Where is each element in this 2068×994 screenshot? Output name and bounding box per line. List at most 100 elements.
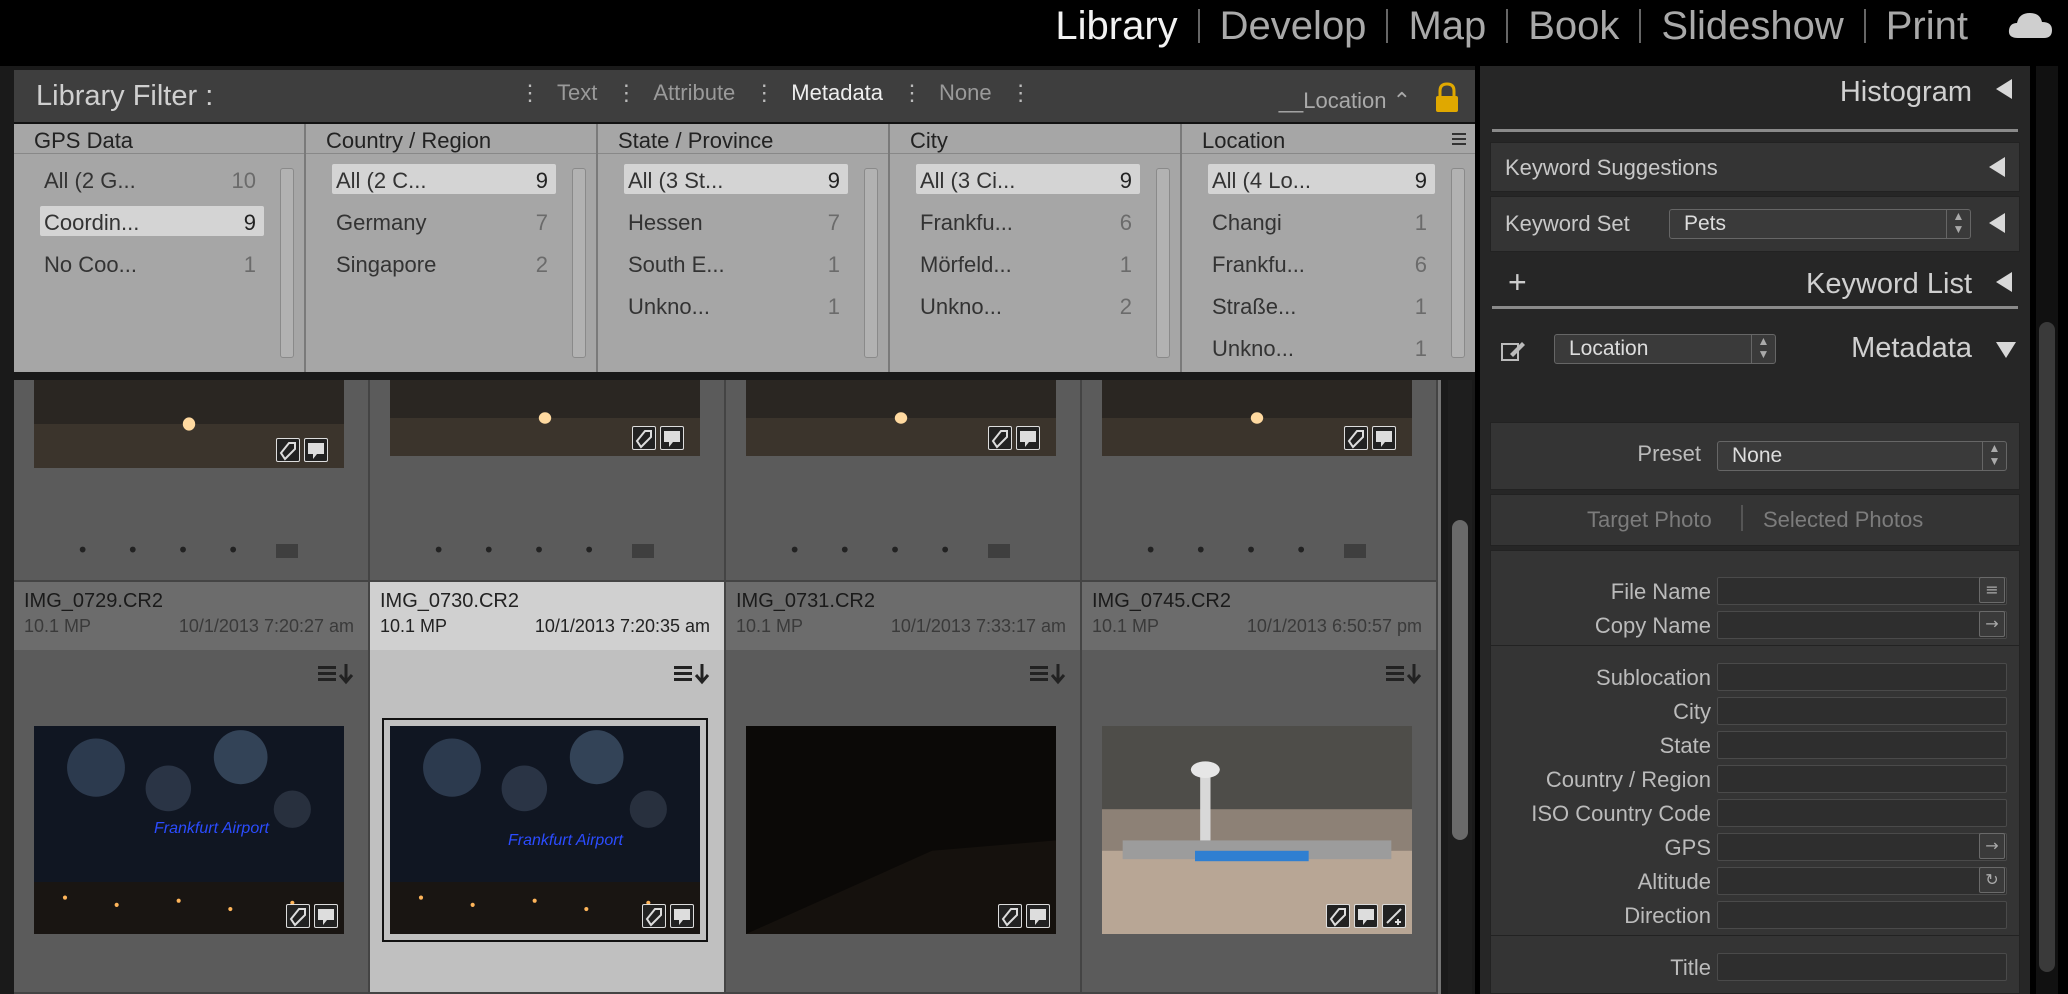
edit-metadata-icon[interactable] bbox=[1500, 338, 1526, 364]
collapse-triangle-icon[interactable] bbox=[1996, 272, 2012, 292]
filter-row[interactable]: Germany 7 bbox=[306, 202, 560, 244]
metadata-badge-icon[interactable] bbox=[1026, 904, 1050, 928]
color-label-swatch[interactable] bbox=[632, 544, 654, 558]
grid-scrollbar[interactable] bbox=[1448, 380, 1472, 994]
expanded-triangle-icon[interactable] bbox=[1996, 342, 2016, 358]
metadata-badge-icon[interactable] bbox=[660, 426, 684, 450]
filter-row[interactable]: Straße... 1 bbox=[1182, 286, 1439, 328]
tab-text[interactable]: Text bbox=[549, 80, 605, 106]
metadata-field-input[interactable] bbox=[1717, 611, 2007, 639]
module-print[interactable]: Print bbox=[1866, 4, 1988, 49]
filter-column-header[interactable]: GPS Data bbox=[14, 124, 304, 154]
grid-cell[interactable]: IMG_0730.CR2 10.1 MP 10/1/2013 7:20:35 am F… bbox=[370, 582, 726, 994]
grid-cell[interactable]: IMG_0745.CR2 10.1 MP 10/1/2013 6:50:57 pm bbox=[1082, 582, 1438, 994]
filter-row[interactable]: All (2 G... 10 bbox=[14, 160, 268, 202]
grid-scroll-thumb[interactable] bbox=[1452, 520, 1468, 840]
refresh-icon[interactable]: ↻ bbox=[1979, 867, 2005, 893]
metadata-view-dropdown[interactable]: Location ▲ ▼ bbox=[1554, 334, 1776, 364]
metadata-badge-icon[interactable] bbox=[304, 438, 328, 462]
lock-icon[interactable] bbox=[1433, 82, 1461, 114]
grid-cell[interactable]: • • • • • bbox=[370, 380, 726, 582]
keyword-badge-icon[interactable] bbox=[998, 904, 1022, 928]
keyword-suggestions-row[interactable]: Keyword Suggestions bbox=[1490, 142, 2020, 192]
cloud-icon[interactable] bbox=[2008, 10, 2054, 40]
filter-row[interactable]: No Coo... 1 bbox=[14, 244, 268, 286]
filter-row[interactable]: All (2 C... 9 bbox=[306, 160, 560, 202]
metadata-status-icon[interactable] bbox=[316, 662, 360, 688]
filter-row[interactable]: Coordin... 9 bbox=[14, 202, 268, 244]
photo-thumbnail[interactable] bbox=[746, 726, 1056, 934]
star-rating[interactable]: • • • • • bbox=[14, 538, 368, 562]
module-develop[interactable]: Develop bbox=[1200, 4, 1387, 49]
metadata-field-input[interactable] bbox=[1717, 953, 2007, 981]
keyword-badge-icon[interactable] bbox=[1326, 904, 1350, 928]
photo-thumbnail[interactable] bbox=[1102, 726, 1412, 934]
column-scrollbar[interactable] bbox=[864, 168, 878, 358]
filter-row[interactable]: Unkno... 1 bbox=[598, 286, 852, 328]
expand-triangle-icon[interactable] bbox=[1989, 213, 2005, 233]
metadata-field-input[interactable] bbox=[1717, 731, 2007, 759]
grid-cell[interactable]: • • • • • bbox=[1082, 380, 1438, 582]
column-menu-icon[interactable] bbox=[1451, 132, 1467, 146]
filter-column-header[interactable]: City bbox=[890, 124, 1180, 154]
column-scrollbar[interactable] bbox=[572, 168, 586, 358]
metadata-field-input[interactable] bbox=[1717, 901, 2007, 929]
filter-row[interactable]: Unkno... 2 bbox=[890, 286, 1144, 328]
metadata-title[interactable]: Metadata bbox=[1851, 332, 1972, 365]
filter-column-header[interactable]: Location bbox=[1182, 124, 1475, 154]
filter-row[interactable]: All (4 Lo... 9 bbox=[1182, 160, 1439, 202]
list-icon[interactable]: ≡ bbox=[1979, 577, 2005, 603]
photo-thumbnail[interactable]: Frankfurt Airport bbox=[34, 726, 344, 934]
metadata-status-icon[interactable] bbox=[672, 662, 716, 688]
keyword-set-dropdown[interactable]: Pets ▲ ▼ bbox=[1669, 209, 1971, 239]
color-label-swatch[interactable] bbox=[276, 544, 298, 558]
module-book[interactable]: Book bbox=[1508, 4, 1639, 49]
filter-row[interactable]: Hessen 7 bbox=[598, 202, 852, 244]
metadata-field-input[interactable] bbox=[1717, 867, 2007, 895]
filter-column-header[interactable]: State / Province bbox=[598, 124, 888, 154]
keyword-badge-icon[interactable] bbox=[286, 904, 310, 928]
grid-cell[interactable]: • • • • • bbox=[726, 380, 1082, 582]
filter-row[interactable]: All (3 St... 9 bbox=[598, 160, 852, 202]
module-map[interactable]: Map bbox=[1388, 4, 1506, 49]
filter-row[interactable]: All (3 Ci... 9 bbox=[890, 160, 1144, 202]
filter-preset-select[interactable]: __Location ⌃ bbox=[1279, 88, 1411, 114]
metadata-field-input[interactable] bbox=[1717, 799, 2007, 827]
arrow-right-icon[interactable]: → bbox=[1979, 611, 2005, 637]
grid-cell[interactable]: IMG_0729.CR2 10.1 MP 10/1/2013 7:20:27 am F… bbox=[14, 582, 370, 994]
metadata-field-input[interactable] bbox=[1717, 577, 2007, 605]
keyword-list-panel-header[interactable]: + Keyword List bbox=[1480, 260, 2030, 310]
metadata-field-input[interactable] bbox=[1717, 697, 2007, 725]
histogram-panel-header[interactable]: Histogram bbox=[1480, 66, 2030, 116]
grid-cell[interactable]: IMG_0731.CR2 10.1 MP 10/1/2013 7:33:17 am bbox=[726, 582, 1082, 994]
metadata-badge-icon[interactable] bbox=[670, 904, 694, 928]
metadata-status-icon[interactable] bbox=[1384, 662, 1428, 688]
filter-row[interactable]: South E... 1 bbox=[598, 244, 852, 286]
star-rating[interactable]: • • • • • bbox=[370, 538, 724, 562]
color-label-swatch[interactable] bbox=[988, 544, 1010, 558]
column-scrollbar[interactable] bbox=[1156, 168, 1170, 358]
filter-row[interactable]: Mörfeld... 1 bbox=[890, 244, 1144, 286]
tab-metadata[interactable]: Metadata bbox=[783, 80, 891, 106]
keyword-badge-icon[interactable] bbox=[988, 426, 1012, 450]
metadata-badge-icon[interactable] bbox=[1354, 904, 1378, 928]
develop-badge-icon[interactable] bbox=[1382, 904, 1406, 928]
metadata-field-input[interactable] bbox=[1717, 765, 2007, 793]
selected-photos-button[interactable]: Selected Photos bbox=[1763, 507, 1923, 533]
metadata-field-input[interactable] bbox=[1717, 833, 2007, 861]
module-slideshow[interactable]: Slideshow bbox=[1641, 4, 1863, 49]
keyword-badge-icon[interactable] bbox=[642, 904, 666, 928]
photo-thumbnail[interactable]: Frankfurt Airport bbox=[382, 718, 708, 942]
keyword-badge-icon[interactable] bbox=[1344, 426, 1368, 450]
filter-row[interactable]: Frankfu... 6 bbox=[890, 202, 1144, 244]
arrow-right-icon[interactable]: → bbox=[1979, 833, 2005, 859]
tab-attribute[interactable]: Attribute bbox=[645, 80, 743, 106]
keyword-badge-icon[interactable] bbox=[276, 438, 300, 462]
collapse-triangle-icon[interactable] bbox=[1996, 79, 2012, 99]
metadata-preset-dropdown[interactable]: None ▲ ▼ bbox=[1717, 441, 2007, 471]
filter-row[interactable]: Changi 1 bbox=[1182, 202, 1439, 244]
star-rating[interactable]: • • • • • bbox=[726, 538, 1080, 562]
filter-row[interactable]: Unkno... 1 bbox=[1182, 328, 1439, 370]
filter-column-header[interactable]: Country / Region bbox=[306, 124, 596, 154]
target-photo-button[interactable]: Target Photo bbox=[1587, 507, 1712, 533]
